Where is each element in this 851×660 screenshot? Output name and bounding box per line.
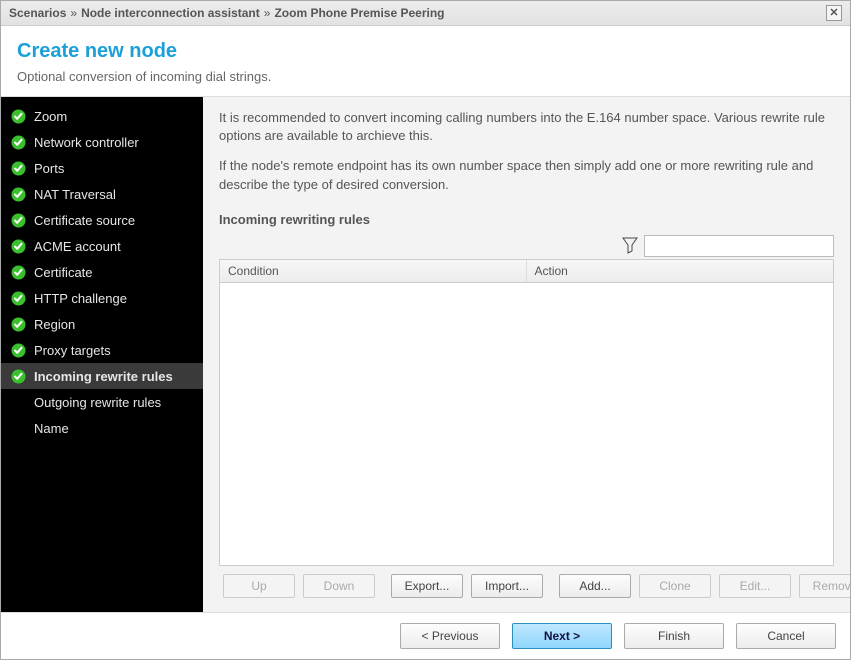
check-icon (11, 291, 26, 306)
cancel-button[interactable]: Cancel (736, 623, 836, 649)
check-icon (11, 343, 26, 358)
sidebar-step-label: Certificate (34, 265, 93, 280)
sidebar-step-label: Incoming rewrite rules (34, 369, 173, 384)
sidebar-step[interactable]: Name (1, 415, 203, 441)
sidebar-step-label: HTTP challenge (34, 291, 127, 306)
breadcrumb-separator: » (264, 6, 271, 20)
section-title: Incoming rewriting rules (219, 212, 834, 227)
finish-button[interactable]: Finish (624, 623, 724, 649)
next-button[interactable]: Next > (512, 623, 612, 649)
filter-icon[interactable] (622, 237, 638, 255)
sidebar-step[interactable]: Proxy targets (1, 337, 203, 363)
sidebar-step-label: Certificate source (34, 213, 135, 228)
sidebar-step-label: ACME account (34, 239, 121, 254)
sidebar-step[interactable]: Network controller (1, 129, 203, 155)
breadcrumb-item[interactable]: Node interconnection assistant (81, 6, 260, 20)
sidebar-step[interactable]: Zoom (1, 103, 203, 129)
sidebar-step-label: Outgoing rewrite rules (34, 395, 161, 410)
add-button[interactable]: Add... (559, 574, 631, 598)
edit-button[interactable]: Edit... (719, 574, 791, 598)
info-paragraph: If the node's remote endpoint has its ow… (219, 157, 834, 193)
wizard-window: Scenarios » Node interconnection assista… (0, 0, 851, 660)
page-title: Create new node (17, 40, 834, 63)
check-icon (11, 369, 26, 384)
breadcrumb-item[interactable]: Scenarios (9, 6, 66, 20)
sidebar-step[interactable]: HTTP challenge (1, 285, 203, 311)
breadcrumb-item[interactable]: Zoom Phone Premise Peering (274, 6, 444, 20)
page-subtitle: Optional conversion of incoming dial str… (17, 69, 834, 84)
remove-button[interactable]: Remove (799, 574, 850, 598)
up-button[interactable]: Up (223, 574, 295, 598)
main-panel: It is recommended to convert incoming ca… (203, 97, 850, 612)
filter-input[interactable] (644, 235, 834, 257)
close-button[interactable]: ✕ (826, 5, 842, 21)
table-body[interactable] (220, 283, 833, 565)
table-header-row: Condition Action (220, 260, 833, 283)
wizard-steps-sidebar: Zoom Network controller Ports NAT Traversal… (1, 97, 203, 612)
sidebar-step[interactable]: Outgoing rewrite rules (1, 389, 203, 415)
column-header-condition[interactable]: Condition (220, 260, 527, 282)
check-icon (11, 265, 26, 280)
header: Create new node Optional conversion of i… (1, 26, 850, 96)
clone-button[interactable]: Clone (639, 574, 711, 598)
sidebar-step[interactable]: Certificate (1, 259, 203, 285)
down-button[interactable]: Down (303, 574, 375, 598)
check-icon (11, 187, 26, 202)
filter-row (219, 235, 834, 257)
check-icon (11, 135, 26, 150)
check-icon (11, 213, 26, 228)
sidebar-step[interactable]: Region (1, 311, 203, 337)
import-button[interactable]: Import... (471, 574, 543, 598)
sidebar-step-label: NAT Traversal (34, 187, 116, 202)
info-paragraph: It is recommended to convert incoming ca… (219, 109, 834, 145)
sidebar-step-label: Ports (34, 161, 64, 176)
check-icon (11, 317, 26, 332)
sidebar-step-label: Zoom (34, 109, 67, 124)
check-icon (11, 161, 26, 176)
check-icon (11, 109, 26, 124)
export-button[interactable]: Export... (391, 574, 463, 598)
sidebar-step-label: Name (34, 421, 69, 436)
previous-button[interactable]: < Previous (400, 623, 500, 649)
sidebar-step[interactable]: Ports (1, 155, 203, 181)
close-icon: ✕ (829, 8, 838, 19)
sidebar-step[interactable]: ACME account (1, 233, 203, 259)
breadcrumb-separator: » (70, 6, 77, 20)
titlebar: Scenarios » Node interconnection assista… (1, 1, 850, 26)
column-header-action[interactable]: Action (527, 260, 834, 282)
sidebar-step-label: Network controller (34, 135, 139, 150)
check-icon (11, 239, 26, 254)
sidebar-step[interactable]: Certificate source (1, 207, 203, 233)
sidebar-step-label: Region (34, 317, 75, 332)
wizard-footer: < Previous Next > Finish Cancel (1, 612, 850, 659)
sidebar-step[interactable]: Incoming rewrite rules (1, 363, 203, 389)
sidebar-step-label: Proxy targets (34, 343, 111, 358)
body: Zoom Network controller Ports NAT Traversal… (1, 96, 850, 612)
rules-table: Condition Action (219, 259, 834, 566)
sidebar-step[interactable]: NAT Traversal (1, 181, 203, 207)
table-button-row: Up Down Export... Import... Add... Clone… (219, 566, 834, 602)
